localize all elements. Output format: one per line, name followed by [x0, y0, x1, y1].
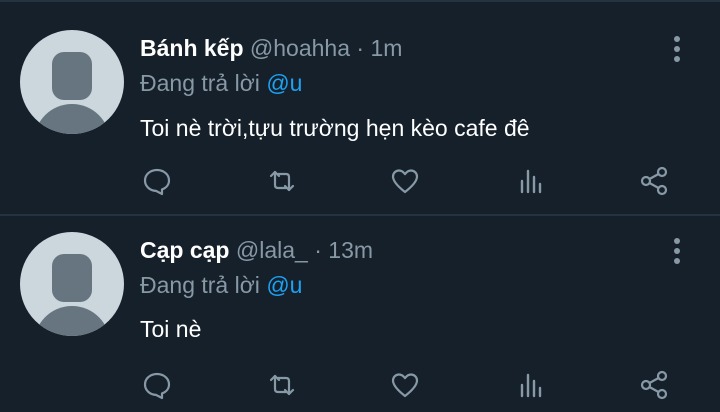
- mention-link[interactable]: @u: [266, 70, 302, 96]
- comment-icon[interactable]: [140, 164, 174, 198]
- replying-to-label: Đang trả lời: [140, 70, 260, 96]
- action-bar: [140, 164, 700, 198]
- analytics-icon[interactable]: [514, 164, 548, 198]
- display-name[interactable]: Cạp cạp: [140, 237, 229, 263]
- share-icon[interactable]: [637, 368, 671, 402]
- tweet-header: Cạp cạp @lala_ · 13m: [140, 235, 373, 265]
- display-name[interactable]: Bánh kếp: [140, 35, 244, 61]
- retweet-icon[interactable]: [265, 368, 299, 402]
- tweet[interactable]: Cạp cạp @lala_ · 13m Đang trả lời @u Toi…: [0, 216, 720, 412]
- heart-icon[interactable]: [388, 164, 422, 198]
- avatar[interactable]: [20, 232, 124, 336]
- comment-icon[interactable]: [140, 368, 174, 402]
- tweet-text: Toi nè: [140, 316, 202, 342]
- replying-to-label: Đang trả lời: [140, 272, 260, 298]
- avatar-placeholder-body: [34, 104, 110, 134]
- replying-to: Đang trả lời @u: [140, 68, 302, 98]
- action-bar: [140, 368, 700, 402]
- avatar-placeholder-body: [34, 306, 110, 336]
- more-vertical-icon[interactable]: [670, 34, 684, 64]
- avatar-placeholder-head: [52, 254, 92, 302]
- retweet-icon[interactable]: [265, 164, 299, 198]
- tweet[interactable]: Bánh kếp @hoahha · 1m Đang trả lời @u To…: [0, 0, 720, 214]
- separator: ·: [314, 237, 322, 263]
- tweet-text: Toi nè trời,tựu trường hẹn kèo cafe đê: [140, 115, 530, 141]
- more-vertical-icon[interactable]: [670, 236, 684, 266]
- tweet-header: Bánh kếp @hoahha · 1m: [140, 33, 402, 63]
- heart-icon[interactable]: [388, 368, 422, 402]
- mention-link[interactable]: @u: [266, 272, 302, 298]
- avatar[interactable]: [20, 30, 124, 134]
- timeline: Bánh kếp @hoahha · 1m Đang trả lời @u To…: [0, 0, 720, 412]
- analytics-icon[interactable]: [514, 368, 548, 402]
- separator: ·: [356, 35, 365, 61]
- username[interactable]: @hoahha: [250, 35, 350, 61]
- replying-to: Đang trả lời @u: [140, 270, 302, 300]
- username[interactable]: @lala_: [236, 237, 308, 263]
- timestamp[interactable]: 13m: [328, 237, 373, 263]
- share-icon[interactable]: [637, 164, 671, 198]
- avatar-placeholder-head: [52, 52, 92, 100]
- timestamp[interactable]: 1m: [370, 35, 402, 61]
